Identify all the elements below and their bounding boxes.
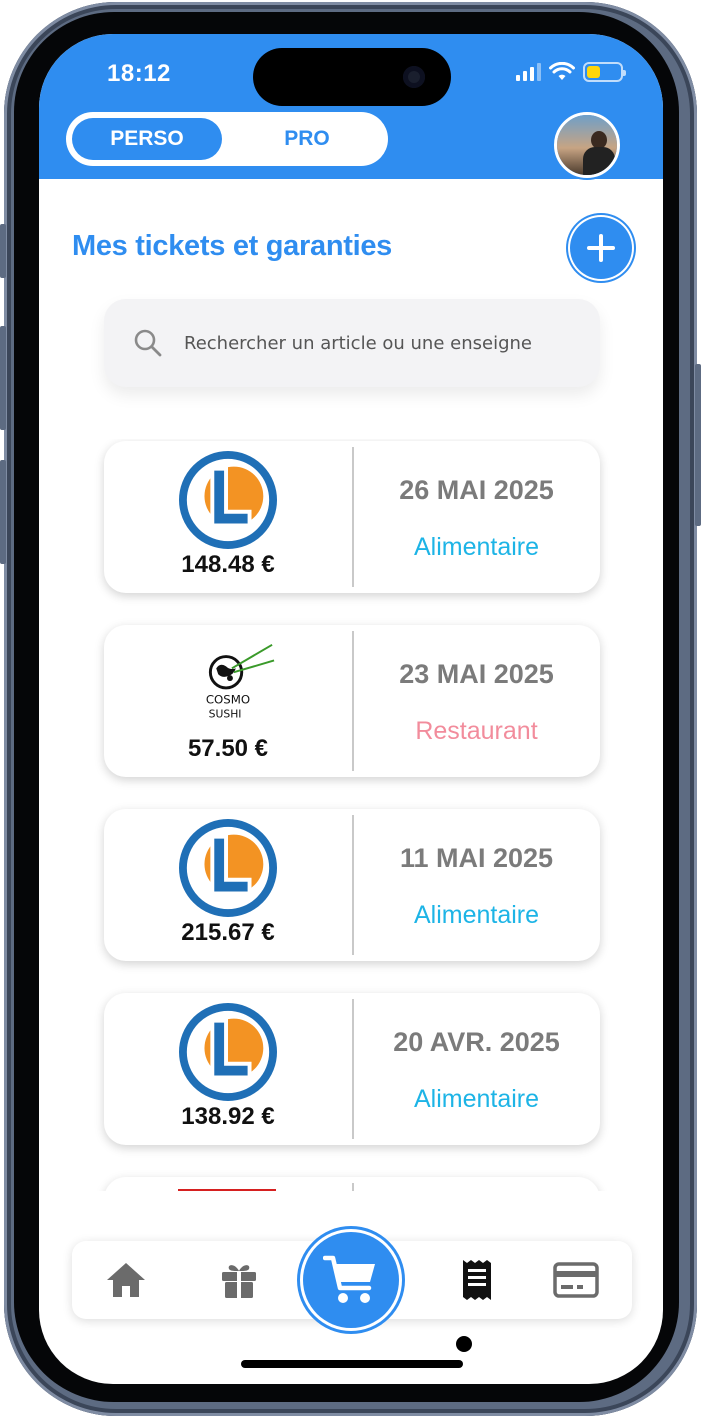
tab-cards[interactable] [546,1241,606,1319]
toggle-perso[interactable]: PERSO [72,118,222,160]
page-title: Mes tickets et garanties [72,230,392,262]
search-bar[interactable]: Rechercher un article ou une enseigne [104,299,600,387]
card-divider [352,447,354,587]
tab-home[interactable] [96,1241,156,1319]
card-divider [352,1183,354,1191]
search-placeholder: Rechercher un article ou une enseigne [184,332,532,354]
leclerc-logo-icon [179,451,277,549]
volume-down-button [0,460,6,564]
card-divider [352,631,354,771]
toggle-pro[interactable]: PRO [232,118,382,160]
ticket-amount: 148.48 € [181,551,275,578]
ticket-category: Alimentaire [413,533,540,561]
ticket-date: 20 AVR. 2025 [393,1027,560,1057]
plus-icon [587,234,615,262]
ticket-category: Alimentaire [413,1085,540,1113]
card-icon [553,1262,599,1298]
battery-icon [583,62,626,82]
ticket-category: Alimentaire [413,901,540,929]
leclerc-logo-icon [179,1003,277,1101]
ticket-category: Restaurant [415,717,538,745]
card-divider [352,999,354,1139]
ticket-amount: 57.50 € [187,735,269,762]
ticket-card[interactable]: 148.48 € 26 MAI 2025 Alimentaire [104,441,600,593]
app-header: 18:12 PERSO PRO [39,34,663,179]
mute-switch [0,224,6,278]
home-indicator[interactable] [241,1360,463,1368]
add-ticket-button[interactable] [570,217,632,279]
profile-avatar[interactable] [554,112,620,178]
cart-icon [323,1255,375,1303]
ticket-card[interactable]: 138.92 € 20 AVR. 2025 Alimentaire [104,993,600,1145]
cellular-signal-icon [516,63,541,81]
perso-pro-toggle[interactable]: PERSO PRO [66,112,388,166]
app-screen: 18:12 PERSO PRO Mes tickets et garanties [39,34,663,1384]
status-time: 18:12 [107,60,171,87]
receipt-icon [463,1260,491,1300]
ticket-amount: 138.92 € [181,1103,275,1130]
ticket-card[interactable]: COSMO SUSHI 57.50 € 23 MAI 2025 Restaura… [104,625,600,777]
wifi-icon [549,62,575,80]
leclerc-logo-icon [179,819,277,917]
ticket-list[interactable]: 148.48 € 26 MAI 2025 Alimentaire COSMO S… [39,439,663,1191]
tab-receipts[interactable] [447,1241,507,1319]
active-tab-indicator [456,1336,472,1352]
ticket-date: 11 MAI 2025 [399,843,554,873]
card-divider [352,815,354,955]
volume-up-button [0,326,6,430]
cosmo-logo-line1: COSMO [206,693,250,707]
cosmo-logo-line2: SUSHI [209,707,242,720]
status-icons [516,62,626,82]
cart-button[interactable] [303,1232,399,1328]
ticket-date: 26 MAI 2025 [399,475,554,505]
home-icon [107,1263,145,1297]
ticket-card[interactable]: 215.67 € 11 MAI 2025 Alimentaire [104,809,600,961]
ticket-card[interactable] [104,1177,600,1191]
ticket-date: 23 MAI 2025 [399,659,554,689]
search-icon [134,329,162,357]
power-button [695,364,701,526]
dynamic-island [253,48,451,106]
tab-gifts[interactable] [209,1241,269,1319]
gift-icon [222,1265,256,1298]
ticket-amount: 215.67 € [181,919,275,946]
cosmo-sushi-logo-icon: COSMO SUSHI [206,643,275,720]
store-logo-partial [178,1189,276,1191]
